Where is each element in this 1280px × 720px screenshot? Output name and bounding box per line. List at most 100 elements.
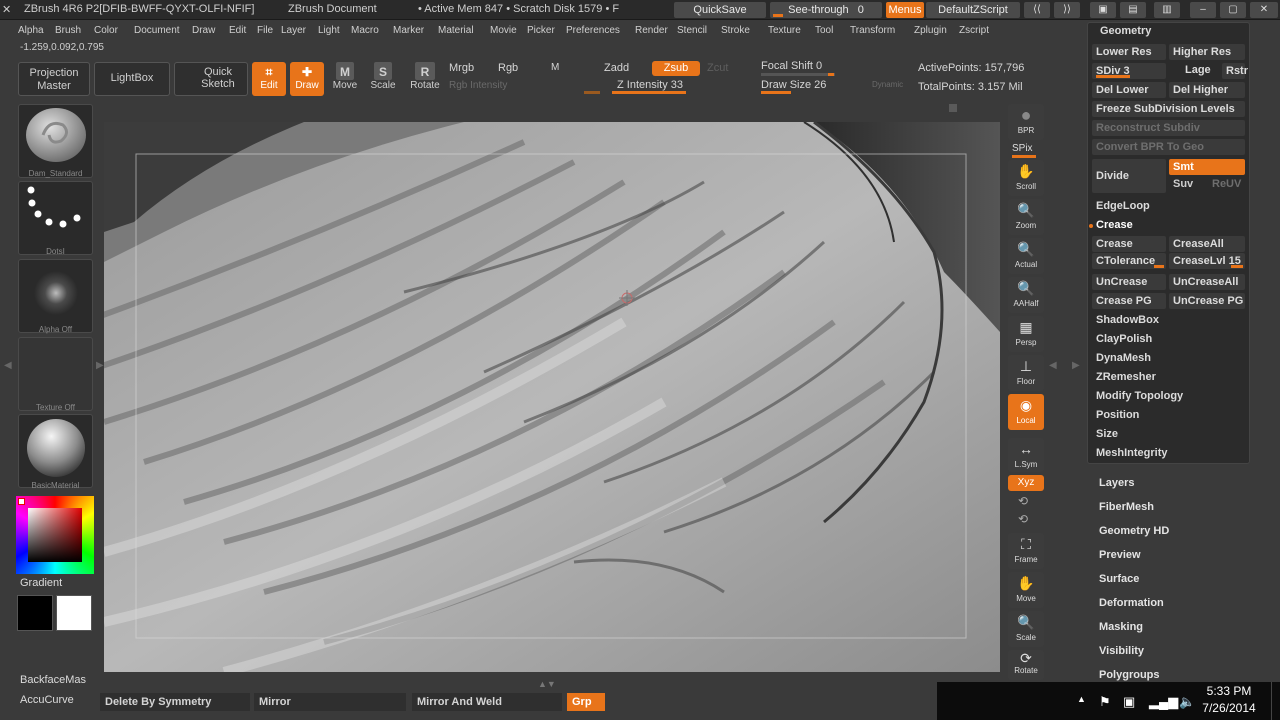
meshintegrity-subpalette[interactable]: MeshIntegrity <box>1096 447 1168 459</box>
texture-thumbnail[interactable] <box>18 337 93 411</box>
gradient-label[interactable]: Gradient <box>20 577 62 589</box>
scroll-button[interactable]: ✋ Scroll <box>1008 160 1044 196</box>
default-zscript-button[interactable]: DefaultZScript <box>926 2 1020 18</box>
crease-pg-button[interactable]: Crease PG <box>1092 293 1166 309</box>
menu-stroke[interactable]: Stroke <box>721 25 750 36</box>
menu-render[interactable]: Render <box>635 25 668 36</box>
layers-palette[interactable]: Layers <box>1099 477 1134 489</box>
right-tray-arrow-icon[interactable]: ◀ <box>1049 360 1057 371</box>
move-view-button[interactable]: ✋ Move <box>1008 572 1044 608</box>
zremesher-subpalette[interactable]: ZRemesher <box>1096 371 1156 383</box>
scale-view-button[interactable]: 🔍 Scale <box>1008 611 1044 647</box>
size-subpalette[interactable]: Size <box>1096 428 1118 440</box>
signal-icon[interactable]: ▂▄▆ <box>1149 694 1178 710</box>
accucurve-button[interactable]: AccuCurve <box>20 694 74 706</box>
focal-shift-slider[interactable]: Focal Shift 0 <box>761 60 822 72</box>
quicksave-button[interactable]: QuickSave <box>674 2 766 18</box>
frame-button[interactable]: ⛶ Frame <box>1008 533 1044 569</box>
lage-button[interactable]: Lage <box>1185 64 1211 76</box>
zoom-button[interactable]: 🔍 Zoom <box>1008 199 1044 235</box>
minimize-icon[interactable]: – <box>1190 2 1216 18</box>
zadd-button[interactable]: Zadd <box>604 62 629 74</box>
modify-topology-subpalette[interactable]: Modify Topology <box>1096 390 1183 402</box>
convert-bpr-button[interactable]: Convert BPR To Geo <box>1092 139 1245 155</box>
preview-palette[interactable]: Preview <box>1099 549 1141 561</box>
menu-file[interactable]: File <box>257 25 273 36</box>
sdiv-slider[interactable]: SDiv 3 <box>1092 63 1166 79</box>
freeze-subdivision-button[interactable]: Freeze SubDivision Levels <box>1092 101 1245 117</box>
rgb-button[interactable]: Rgb <box>498 62 518 74</box>
left-tray-arrow-icon[interactable]: ◀ <box>4 360 12 371</box>
rotate-button[interactable]: R Rotate <box>406 62 444 96</box>
zcut-button[interactable]: Zcut <box>707 62 728 74</box>
spix-slider[interactable]: SPix <box>1012 143 1033 154</box>
floor-button[interactable]: ⊥ Floor <box>1008 355 1044 391</box>
maximize-icon[interactable]: ▢ <box>1220 2 1246 18</box>
close-icon[interactable]: ✕ <box>1250 2 1278 18</box>
saturation-square[interactable] <box>28 508 82 562</box>
rotate-z-icon[interactable]: ⟲ <box>1018 512 1028 526</box>
aahalf-button[interactable]: 🔍 AAHalf <box>1008 277 1044 313</box>
menus-button[interactable]: Menus <box>886 2 924 18</box>
uncrease-button[interactable]: UnCrease <box>1092 274 1166 290</box>
claypolish-subpalette[interactable]: ClayPolish <box>1096 333 1152 345</box>
menu-light[interactable]: Light <box>318 25 340 36</box>
alpha-thumbnail[interactable] <box>18 259 93 333</box>
reuv-button[interactable]: ReUV <box>1212 178 1241 190</box>
uncrease-pg-button[interactable]: UnCrease PG <box>1169 293 1245 309</box>
geometry-hd-palette[interactable]: Geometry HD <box>1099 525 1169 537</box>
uncreaseall-button[interactable]: UnCreaseAll <box>1169 274 1245 290</box>
rotate-view-button[interactable]: ⟳ Rotate <box>1008 650 1044 680</box>
flag-icon[interactable]: ⚑ <box>1099 694 1111 710</box>
menu-texture[interactable]: Texture <box>768 25 801 36</box>
ctolerance-slider[interactable]: CTolerance <box>1092 253 1166 269</box>
menu-stencil[interactable]: Stencil <box>677 25 707 36</box>
menu-alpha[interactable]: Alpha <box>18 25 44 36</box>
right-tray-inner-arrow-icon[interactable]: ▶ <box>1072 360 1080 371</box>
secondary-color-swatch[interactable] <box>17 595 53 631</box>
position-subpalette[interactable]: Position <box>1096 409 1139 421</box>
mirror-button[interactable]: Mirror <box>254 693 406 711</box>
menu-zplugin[interactable]: Zplugin <box>914 25 947 36</box>
creaseall-button[interactable]: CreaseAll <box>1169 236 1245 252</box>
menu-document[interactable]: Document <box>134 25 180 36</box>
suv-toggle[interactable]: Suv <box>1173 178 1193 190</box>
window-tile-icon[interactable]: ▤ <box>1120 2 1146 18</box>
geometry-title[interactable]: Geometry <box>1100 25 1151 37</box>
menu-layer[interactable]: Layer <box>281 25 306 36</box>
shadowbox-subpalette[interactable]: ShadowBox <box>1096 314 1159 326</box>
menu-edit[interactable]: Edit <box>229 25 246 36</box>
edgeloop-subpalette[interactable]: EdgeLoop <box>1096 200 1150 212</box>
menu-tool[interactable]: Tool <box>815 25 833 36</box>
masking-palette[interactable]: Masking <box>1099 621 1143 633</box>
higher-res-button[interactable]: Higher Res <box>1169 44 1245 60</box>
smt-toggle[interactable]: Smt <box>1169 159 1245 175</box>
persp-button[interactable]: ▦ Persp <box>1008 316 1044 352</box>
menu-preferences[interactable]: Preferences <box>566 25 620 36</box>
tray-expand-icon[interactable]: ▲ <box>1077 694 1086 704</box>
menu-macro[interactable]: Macro <box>351 25 379 36</box>
menu-material[interactable]: Material <box>438 25 474 36</box>
viewport-handle[interactable] <box>949 104 957 112</box>
projection-master-button[interactable]: Projection Master <box>18 62 90 96</box>
menu-color[interactable]: Color <box>94 25 118 36</box>
crease-button[interactable]: Crease <box>1092 236 1166 252</box>
dynamesh-subpalette[interactable]: DynaMesh <box>1096 352 1151 364</box>
draw-button[interactable]: ✚ Draw <box>290 62 324 96</box>
scroll-left-icon[interactable]: ⟨⟨ <box>1024 2 1050 18</box>
lock-icon[interactable]: ▥ <box>1154 2 1180 18</box>
mrgb-button[interactable]: Mrgb <box>449 62 474 74</box>
lsym-button[interactable]: ↔ L.Sym <box>1008 438 1044 472</box>
grp-toggle[interactable]: Grp <box>567 693 605 711</box>
menu-zscript[interactable]: Zscript <box>959 25 989 36</box>
delete-by-symmetry-button[interactable]: Delete By Symmetry <box>100 693 250 711</box>
menu-brush[interactable]: Brush <box>55 25 81 36</box>
reconstruct-subdiv-button[interactable]: Reconstruct Subdiv <box>1092 120 1245 136</box>
quick-sketch-button[interactable]: Quick Sketch <box>174 62 248 96</box>
actual-button[interactable]: 🔍 Actual <box>1008 238 1044 274</box>
menu-picker[interactable]: Picker <box>527 25 555 36</box>
brush-thumbnail[interactable] <box>18 104 93 178</box>
xyz-button[interactable]: Xyz <box>1008 475 1044 491</box>
deformation-palette[interactable]: Deformation <box>1099 597 1164 609</box>
del-lower-button[interactable]: Del Lower <box>1092 82 1166 98</box>
